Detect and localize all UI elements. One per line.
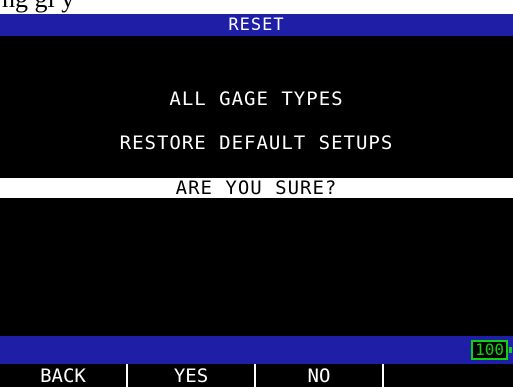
battery-indicator: 100 (471, 340, 508, 360)
header-fragment: ng gi y (2, 0, 74, 12)
confirm-prompt-bar: ARE YOU SURE? (0, 178, 513, 198)
message-line-gage-types: ALL GAGE TYPES (169, 88, 344, 110)
softkey-bar: BACK YES NO (0, 364, 513, 387)
status-bar: 100 (0, 336, 513, 364)
back-button[interactable]: BACK (0, 364, 128, 387)
title-bar: RESET (0, 14, 513, 36)
lower-panel (0, 198, 513, 336)
confirm-prompt: ARE YOU SURE? (175, 177, 338, 199)
message-line-restore-defaults: RESTORE DEFAULT SETUPS (119, 132, 394, 154)
battery-level: 100 (475, 340, 504, 359)
message-panel: ALL GAGE TYPES RESTORE DEFAULT SETUPS (0, 36, 513, 178)
battery-tip-icon (509, 347, 512, 353)
cropped-header-text: ng gi y (0, 0, 513, 14)
yes-button[interactable]: YES (128, 364, 256, 387)
no-button[interactable]: NO (256, 364, 384, 387)
screen-title: RESET (228, 15, 285, 35)
blank-softkey[interactable] (384, 364, 513, 387)
